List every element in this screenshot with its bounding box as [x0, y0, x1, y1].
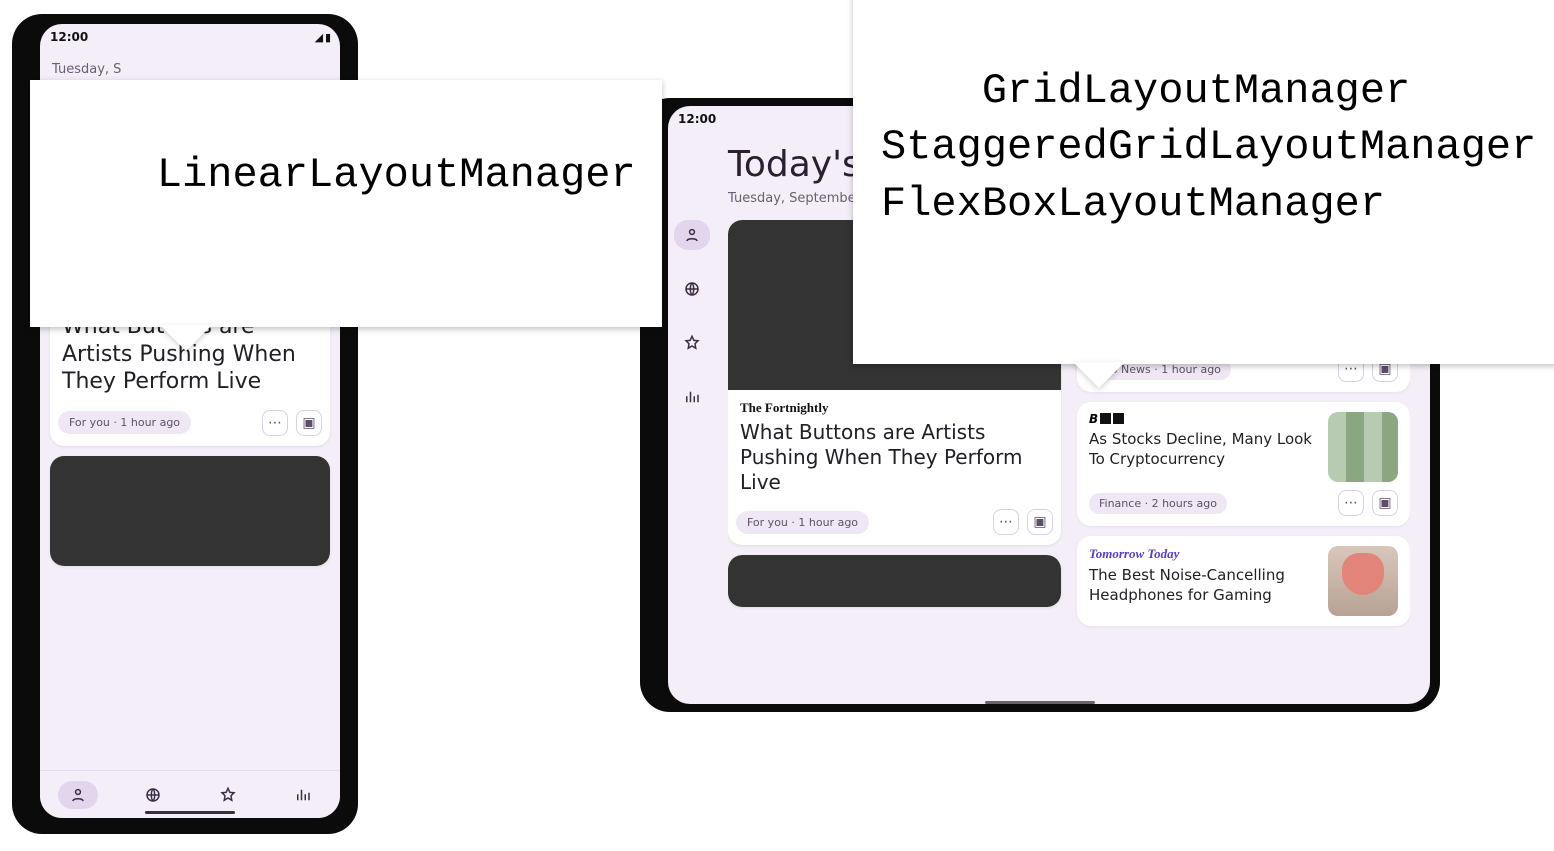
annotation-pointer-icon [160, 325, 212, 351]
article-thumbnail [1328, 546, 1398, 616]
rail-stats-icon[interactable] [674, 382, 710, 412]
article-title: What Buttons are Artists Pushing When Th… [740, 420, 1049, 495]
nav-person-icon[interactable] [58, 781, 98, 809]
phone-home-indicator [145, 811, 235, 814]
article-thumbnail [1328, 412, 1398, 482]
more-icon[interactable]: ⋯ [1338, 490, 1364, 516]
article-meta-chip: For you · 1 hour ago [736, 511, 869, 534]
article-source-label: B [1089, 412, 1316, 426]
list-item[interactable]: B As Stocks Decline, Many Look To Crypto… [1077, 402, 1410, 526]
annotation-right: GridLayoutManager StaggeredGridLayoutMan… [853, 0, 1554, 364]
nav-stats-icon[interactable] [283, 781, 323, 809]
annotation-pointer-icon [1073, 362, 1125, 388]
rail-person-icon[interactable] [674, 220, 710, 250]
article-title: As Stocks Decline, Many Look To Cryptocu… [1089, 430, 1316, 469]
collection-icon[interactable]: ▣ [1027, 509, 1053, 535]
article-card[interactable] [50, 456, 330, 566]
article-card[interactable] [728, 555, 1061, 607]
tablet-nav-rail [668, 130, 716, 704]
phone-status-bar: 12:00 ◢ ▮ [40, 24, 340, 48]
article-meta-chip: Finance · 2 hours ago [1089, 493, 1227, 514]
article-card-image [728, 555, 1061, 607]
nav-star-icon[interactable] [208, 781, 248, 809]
article-source-label: The Fortnightly [740, 400, 1049, 416]
phone-status-icons: ◢ ▮ [315, 31, 330, 44]
list-item[interactable]: Tomorrow Today The Best Noise-Cancelling… [1077, 536, 1410, 626]
article-source-label: Tomorrow Today [1089, 546, 1316, 562]
more-icon[interactable]: ⋯ [262, 410, 288, 436]
rail-globe-icon[interactable] [674, 274, 710, 304]
article-meta-chip: For you · 1 hour ago [58, 411, 191, 434]
article-card-image [50, 456, 330, 566]
annotation-text: LinearLayoutManager [157, 151, 636, 199]
article-title: The Best Noise-Cancelling Headphones for… [1089, 566, 1316, 605]
more-icon[interactable]: ⋯ [993, 509, 1019, 535]
annotation-text: GridLayoutManager StaggeredGridLayoutMan… [881, 67, 1536, 228]
phone-date-label: Tuesday, S [52, 62, 328, 77]
nav-globe-icon[interactable] [133, 781, 173, 809]
rail-star-icon[interactable] [674, 328, 710, 358]
annotation-left: LinearLayoutManager [30, 80, 662, 327]
collection-icon[interactable]: ▣ [1372, 490, 1398, 516]
tablet-clock: 12:00 [678, 112, 716, 126]
collection-icon[interactable]: ▣ [296, 410, 322, 436]
phone-clock: 12:00 [50, 30, 88, 44]
